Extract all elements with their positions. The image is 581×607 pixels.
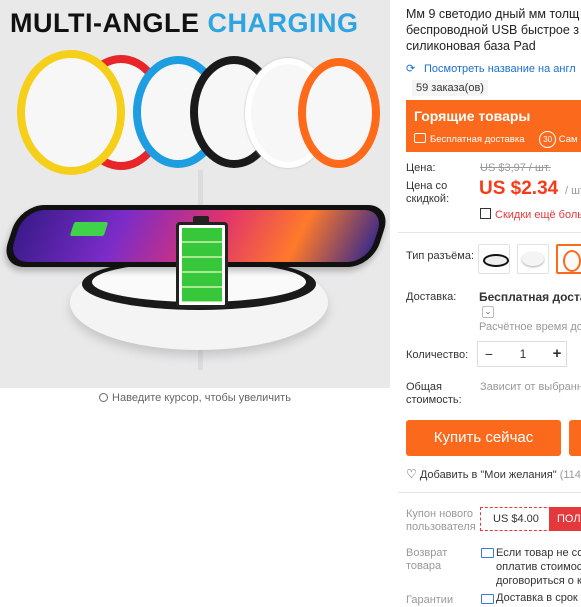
option-thumb-orange[interactable] (556, 244, 581, 274)
return-info-icon (481, 548, 494, 558)
phone-charge-indicator (69, 222, 109, 236)
promo-banner[interactable]: Горящие товары Бесплатная доставка 30 Са… (406, 100, 581, 152)
truck-icon (414, 133, 426, 143)
wishlist-link[interactable]: ♡ Добавить в "Мои желания" (114 (406, 467, 581, 481)
add-to-cart-button[interactable] (569, 420, 581, 456)
connector-type-label: Тип разъёма: (406, 250, 475, 262)
price-label: Цена: (406, 162, 436, 174)
translate-icon: ⟳ (406, 63, 416, 75)
coupon-value: US $4.00 (493, 513, 539, 525)
battery-icon (176, 216, 228, 308)
new-price: US $2.34 (479, 178, 559, 199)
divider (398, 492, 581, 493)
total-cost-value: Зависит от выбранн (480, 381, 581, 393)
delivery-value: Бесплатная доставк (479, 290, 581, 304)
days-badge: 30 (539, 131, 557, 148)
old-price: US $3,97 / шт. (480, 162, 551, 174)
coupon-box[interactable]: US $4.00 ПОЛ (480, 507, 581, 531)
heart-icon: ♡ (406, 467, 417, 481)
qr-icon (480, 208, 491, 219)
coupon-label: Купон нового пользователя (406, 508, 476, 533)
product-image[interactable]: MULTI-ANGLE CHARGING (0, 0, 390, 388)
total-cost-label: Общая стоимость: (406, 381, 462, 406)
return-label: Возврат товара (406, 547, 448, 572)
guarantee-label: Гарантии (406, 594, 454, 606)
charger-yellow (17, 50, 125, 175)
return-text: Если товар не сос оплатив стоимост догов… (496, 547, 581, 587)
quantity-label: Количество: (406, 349, 469, 361)
price-unit: / шт (565, 185, 581, 197)
delivery-label: Доставка: (406, 291, 457, 303)
guarantee-icon (481, 594, 494, 604)
quantity-plus-button[interactable]: + (546, 342, 568, 366)
magnifier-icon (99, 393, 109, 402)
divider (398, 232, 581, 233)
discount-note[interactable]: Скидки ещё больш (480, 208, 581, 221)
translate-link[interactable]: ⟳ Посмотреть название на англ (406, 62, 576, 75)
image-title: MULTI-ANGLE CHARGING (10, 8, 359, 38)
charger-orange (298, 58, 380, 168)
guarantee-text: Доставка в срок (496, 592, 578, 604)
option-thumb-black[interactable] (478, 244, 510, 274)
delivery-time: Расчётное время дос (479, 321, 581, 333)
zoom-hint: Наведите курсор, чтобы увеличить (0, 392, 390, 404)
product-title: Мм 9 светодио дный мм толщ беспроводной … (406, 7, 580, 53)
buy-now-button[interactable]: Купить сейчас (406, 420, 561, 456)
discount-price-label: Цена со скидкой: (406, 180, 450, 205)
quantity-minus-button[interactable]: − (478, 342, 500, 366)
quantity-input[interactable]: 1 (500, 342, 546, 366)
orders-count: 59 заказа(ов) (412, 80, 488, 96)
option-thumb-white[interactable] (517, 244, 549, 274)
quantity-stepper: − 1 + (477, 341, 567, 367)
delivery-dropdown-chevron-icon[interactable]: ⌄ (482, 306, 494, 318)
get-coupon-button[interactable]: ПОЛ (549, 507, 581, 531)
